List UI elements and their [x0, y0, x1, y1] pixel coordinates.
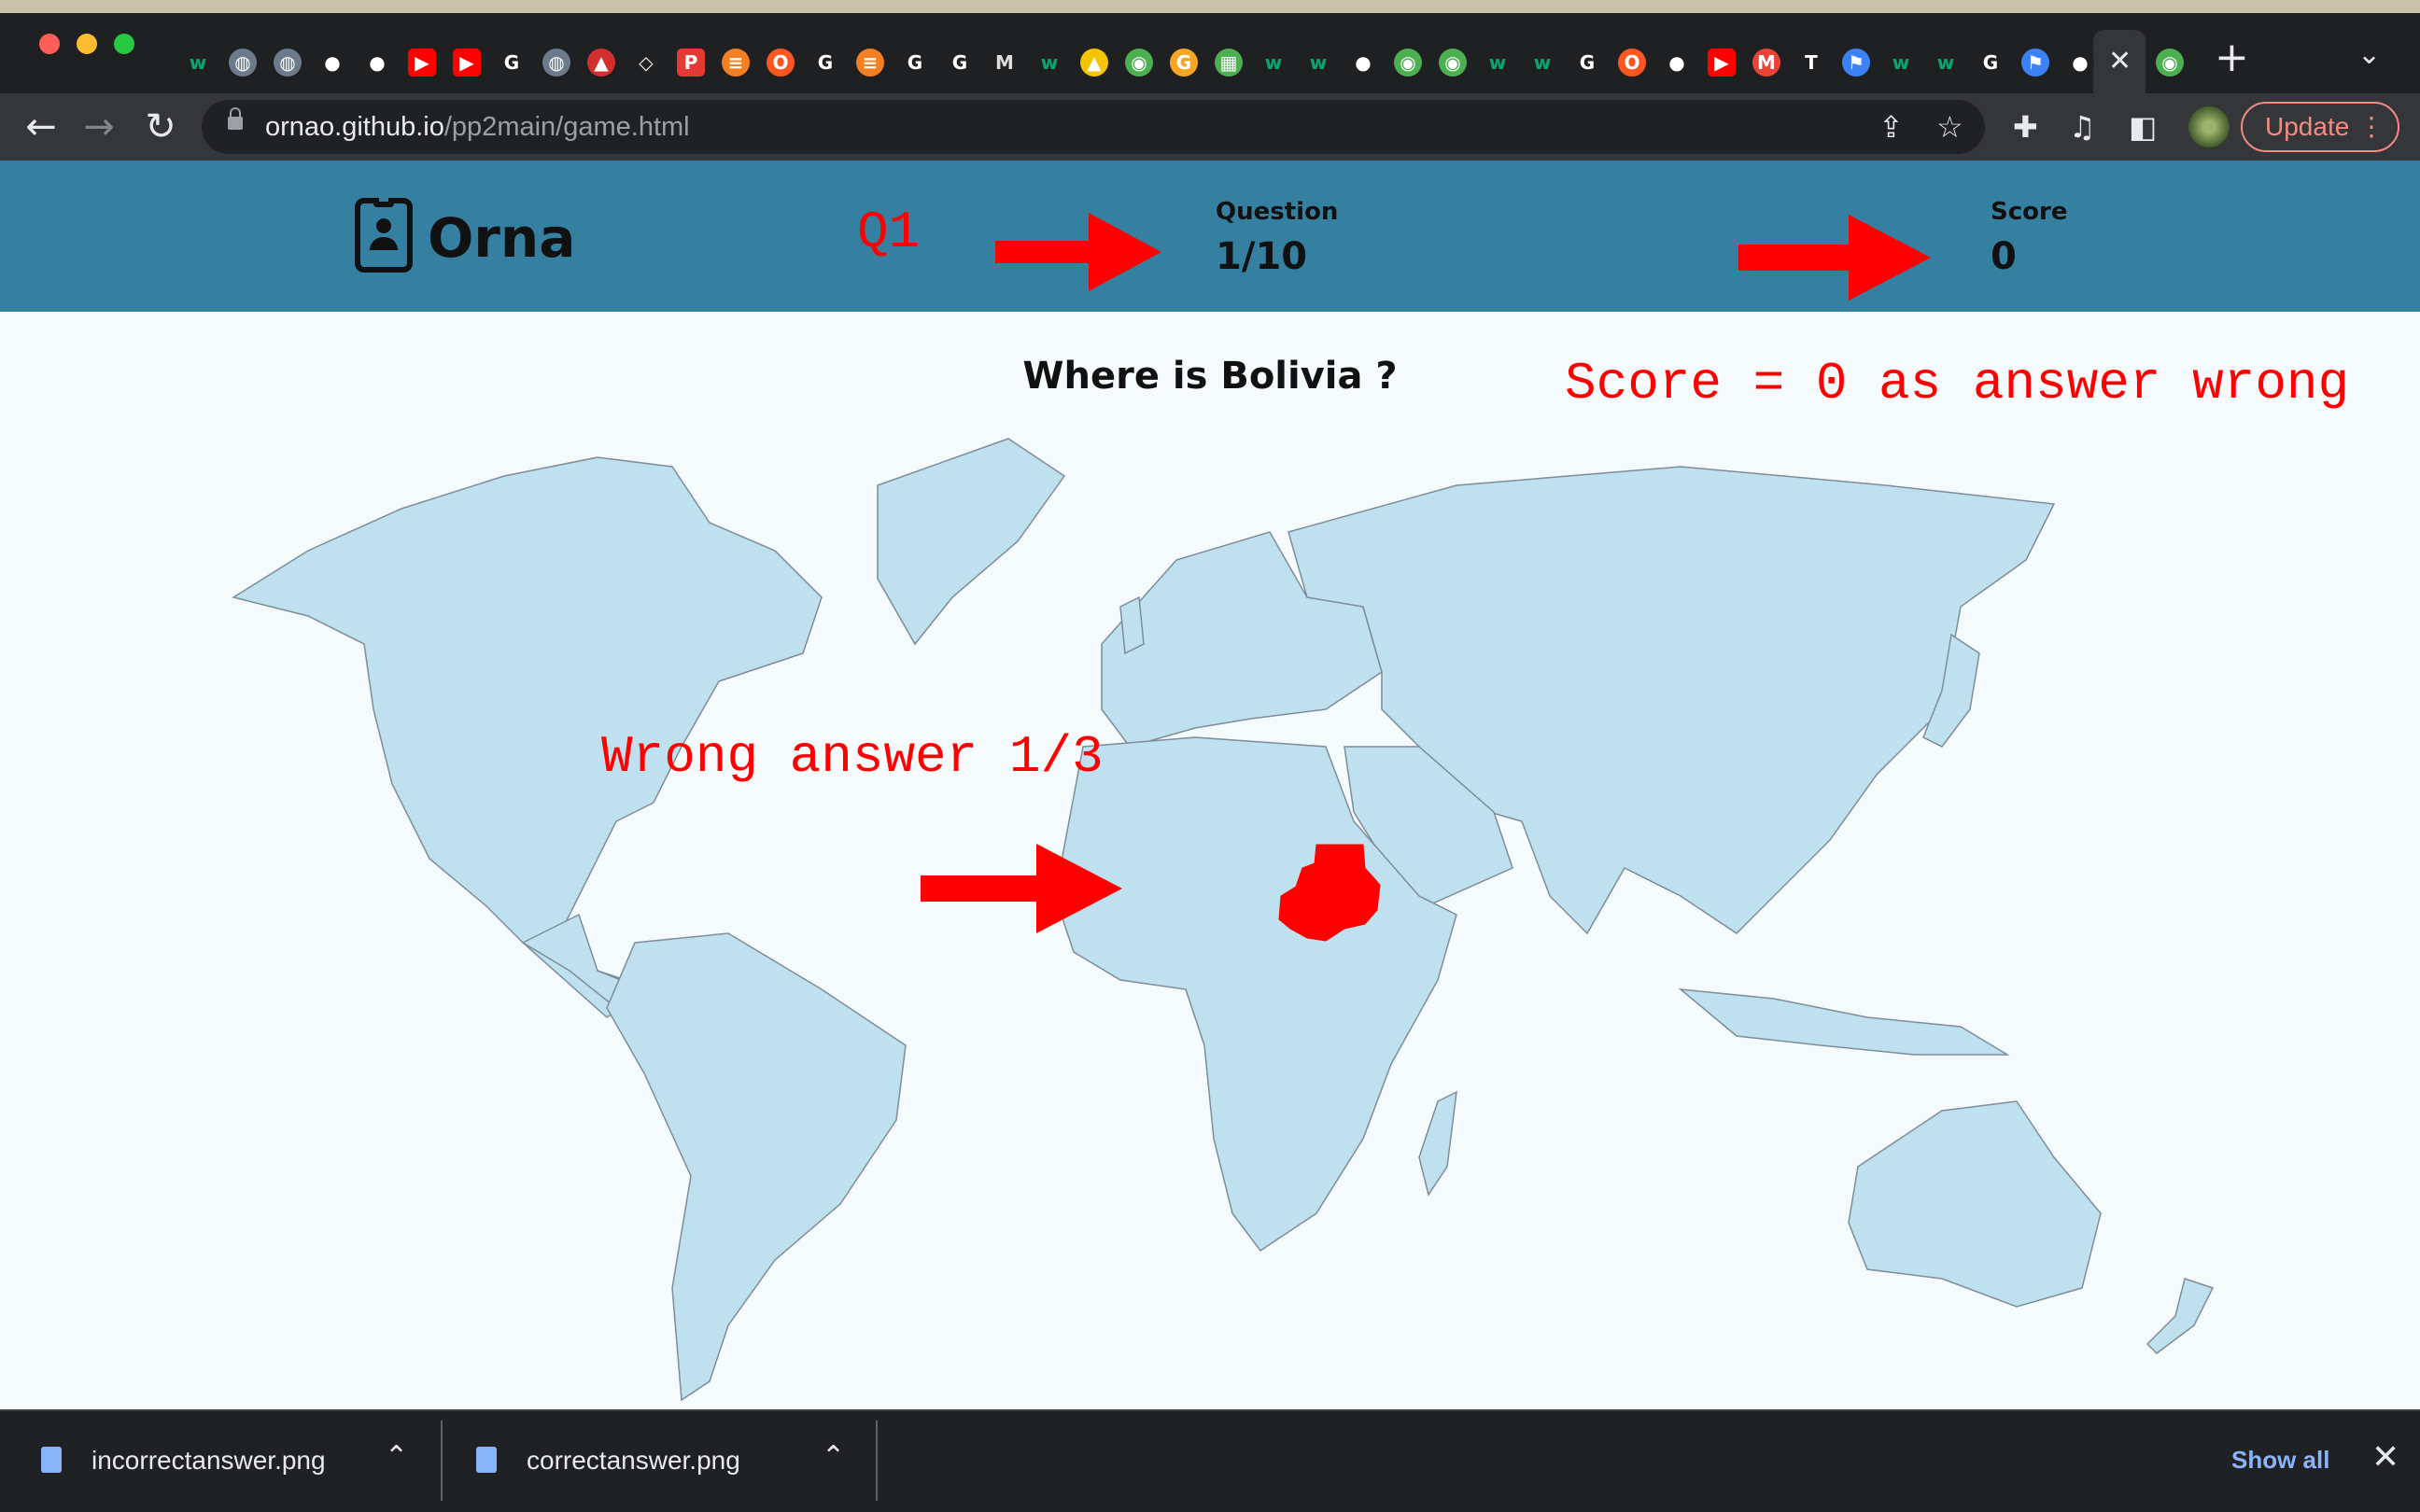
tab-w3-icon[interactable]: w [177, 42, 218, 83]
map-south-america[interactable] [606, 932, 907, 1402]
map-indonesia[interactable] [1678, 988, 2010, 1056]
arrow-to-question [995, 213, 1161, 291]
score-value: 0 [1991, 235, 2017, 278]
tab-w3-icon[interactable]: w [1029, 42, 1070, 83]
annotation-score-note: Score = 0 as answer wrong [1565, 354, 2350, 413]
file-icon [41, 1447, 62, 1473]
tab-T-icon[interactable]: T [1791, 42, 1832, 83]
world-map[interactable] [0, 411, 2420, 1409]
tab-globe-icon[interactable]: ◍ [267, 42, 308, 83]
map-greenland[interactable] [877, 438, 1066, 646]
extensions-puzzle-icon[interactable]: ✚ [2013, 110, 2038, 144]
tab-G-icon[interactable]: G [1163, 42, 1204, 83]
new-tab-button[interactable]: + [2215, 37, 2249, 78]
tab-medium-icon[interactable]: ● [1656, 42, 1697, 83]
tab-youtube-icon[interactable]: ▶ [446, 42, 487, 83]
tab-github-icon[interactable]: ● [2060, 42, 2101, 83]
update-button[interactable]: Update ⋮ [2241, 102, 2399, 152]
tab-chrome-icon[interactable]: ◉ [2149, 42, 2190, 83]
tab-map-icon[interactable]: ▦ [1208, 42, 1249, 83]
tab-codepen-icon[interactable]: ◇ [626, 42, 667, 83]
bookmark-star-icon[interactable]: ☆ [1936, 110, 1963, 144]
tab-google-icon[interactable]: G [805, 42, 846, 83]
tab-globe-icon[interactable]: ◍ [222, 42, 263, 83]
minimize-window-button[interactable] [77, 34, 97, 54]
tab-linux-icon[interactable]: ▲ [1074, 42, 1115, 83]
chevron-up-icon[interactable]: ⌃ [822, 1441, 845, 1473]
tab-P-icon[interactable]: P [670, 42, 711, 83]
tab-github-icon[interactable]: ● [357, 42, 398, 83]
tab-github-icon[interactable]: ● [312, 42, 353, 83]
profile-avatar[interactable] [2188, 106, 2230, 147]
tab-w3-icon[interactable]: w [1522, 42, 1563, 83]
tab-w3-icon[interactable]: w [1925, 42, 1966, 83]
tab-close-icon[interactable]: ✕ [2108, 45, 2132, 78]
reload-button[interactable]: ↻ [138, 105, 183, 149]
tab-youtube-icon[interactable]: ▶ [401, 42, 443, 83]
arrow-to-highlighted-country [921, 844, 1122, 933]
lock-icon[interactable] [228, 107, 243, 130]
tab-globe-icon[interactable]: ◍ [536, 42, 577, 83]
downloads-bar [0, 1409, 2420, 1512]
tab-w3-icon[interactable]: w [1253, 42, 1294, 83]
arrow-to-score [1738, 215, 1931, 301]
brand-name: Orna [428, 206, 576, 270]
tab-google-icon[interactable]: G [1567, 42, 1608, 83]
id-badge-icon [355, 198, 413, 273]
question-counter: 1/10 [1216, 235, 1308, 278]
download-separator [876, 1421, 878, 1501]
back-button[interactable]: ← [19, 105, 63, 149]
tab-chrome-icon[interactable]: ◉ [1119, 42, 1160, 83]
tab-google-icon[interactable]: G [939, 42, 980, 83]
map-madagascar[interactable] [1418, 1090, 1457, 1197]
tab-flag-icon[interactable]: ⚑ [1836, 42, 1877, 83]
close-window-button[interactable] [39, 34, 60, 54]
tab-stackoverflow-icon[interactable]: ≡ [850, 42, 891, 83]
tab-w3-icon[interactable]: w [1880, 42, 1921, 83]
tab-search-chevron-icon[interactable]: ⌄ [2357, 41, 2381, 69]
tab-w3-icon[interactable]: w [1298, 42, 1339, 83]
side-panel-icon[interactable]: ◧ [2129, 110, 2157, 144]
annotation-wrong-note: Wrong answer 1/3 [601, 727, 1104, 787]
tab-o-icon[interactable]: O [760, 42, 801, 83]
forward-button[interactable]: → [77, 105, 121, 149]
media-control-icon[interactable]: ♫ [2069, 110, 2096, 144]
tab-google-icon[interactable]: G [491, 42, 532, 83]
tab-chrome-icon[interactable]: ◉ [1432, 42, 1473, 83]
tab-o-icon[interactable]: O [1611, 42, 1653, 83]
tab-youtube-icon[interactable]: ▶ [1701, 42, 1742, 83]
tab-w3-icon[interactable]: w [1477, 42, 1518, 83]
tab-flag-icon[interactable]: ⚑ [2015, 42, 2056, 83]
map-new-zealand[interactable] [2146, 1278, 2215, 1354]
zoom-window-button[interactable] [114, 34, 134, 54]
tab-chrome-icon[interactable]: ◉ [1387, 42, 1428, 83]
map-australia[interactable] [1848, 1100, 2102, 1308]
menu-dots-icon[interactable]: ⋮ [2358, 104, 2385, 150]
url-text[interactable]: ornao.github.io/pp2main/game.html [265, 112, 690, 142]
tab-medium-icon[interactable]: ● [1343, 42, 1384, 83]
show-all-button[interactable]: Show all [2231, 1445, 2329, 1475]
tab-stackoverflow-icon[interactable]: ≡ [715, 42, 756, 83]
update-label: Update [2265, 112, 2350, 141]
tab-google-icon[interactable]: G [894, 42, 936, 83]
share-icon[interactable]: ⇪ [1878, 110, 1904, 144]
tab-google-icon[interactable]: G [1970, 42, 2011, 83]
download-item-name[interactable]: correctanswer.png [527, 1445, 740, 1477]
tab-gmail-icon[interactable]: M [1746, 42, 1787, 83]
annotation-q1: Q1 [857, 203, 921, 262]
chevron-up-icon[interactable]: ⌃ [385, 1441, 408, 1473]
map-uk[interactable] [1119, 595, 1145, 655]
close-downloads-icon[interactable]: ✕ [2371, 1439, 2399, 1477]
tab-favicons: w ◍ ◍ ● ● ▶ ▶ G ◍ ▲ ◇ P ≡ O G ≡ G G Mw ▲ ◉ G ▦ w w ● ◉ ◉ w w G O ● ▶ M T ⚑ w w… [177, 42, 2190, 83]
download-separator [441, 1421, 443, 1501]
file-icon [476, 1447, 497, 1473]
download-item-name[interactable]: incorrectanswer.png [91, 1445, 326, 1477]
tab-M-icon[interactable]: M [984, 42, 1025, 83]
score-label: Score [1991, 198, 2068, 226]
tab-pencil-icon[interactable]: ▲ [581, 42, 622, 83]
question-label: Question [1216, 198, 1339, 226]
